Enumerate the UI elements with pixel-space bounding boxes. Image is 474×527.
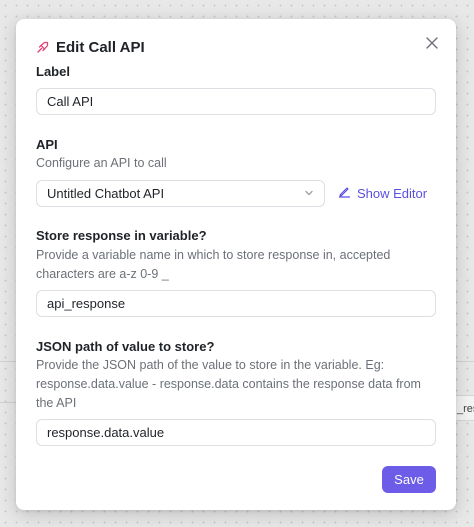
label-field-label: Label bbox=[36, 64, 70, 79]
edit-call-api-dialog: Edit Call API Label API Configure an API… bbox=[16, 19, 456, 510]
show-editor-label: Show Editor bbox=[357, 185, 428, 201]
show-editor-button[interactable]: Show Editor bbox=[338, 185, 427, 201]
json-path-label: JSON path of value to store? bbox=[36, 339, 215, 354]
pencil-icon bbox=[338, 185, 351, 201]
api-select[interactable]: Untitled Chatbot API bbox=[36, 180, 325, 207]
save-button[interactable]: Save bbox=[382, 466, 436, 493]
dialog-title: Edit Call API bbox=[56, 38, 145, 56]
json-path-description: Provide the JSON path of the value to st… bbox=[36, 358, 421, 410]
api-field-label: API bbox=[36, 137, 58, 152]
store-variable-description: Provide a variable name in which to stor… bbox=[36, 248, 391, 281]
api-description: Configure an API to call bbox=[36, 156, 167, 170]
store-variable-input[interactable] bbox=[36, 290, 436, 317]
close-icon[interactable] bbox=[426, 37, 438, 49]
api-select-value: Untitled Chatbot API bbox=[47, 186, 165, 201]
json-path-input[interactable] bbox=[36, 419, 436, 446]
chevron-down-icon bbox=[304, 186, 314, 201]
link-rocket-icon bbox=[36, 41, 49, 54]
label-input[interactable] bbox=[36, 88, 436, 115]
dialog-header: Edit Call API bbox=[36, 37, 145, 57]
store-variable-label: Store response in variable? bbox=[36, 228, 207, 243]
close-button[interactable] bbox=[424, 35, 440, 51]
background-cell: _res bbox=[454, 395, 474, 421]
